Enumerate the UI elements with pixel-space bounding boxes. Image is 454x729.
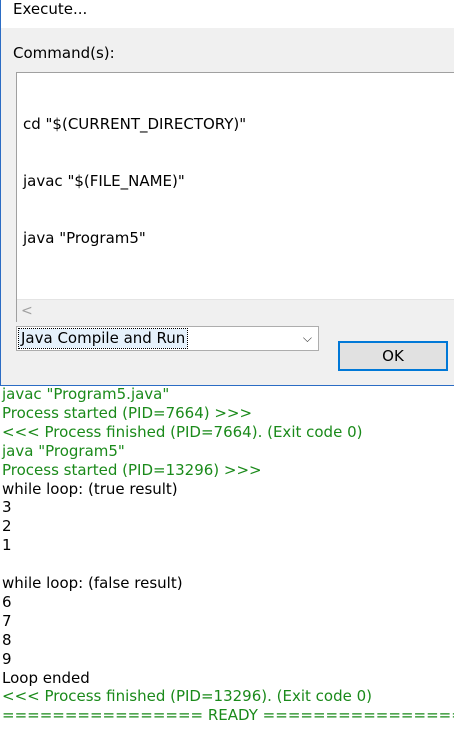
output-line: 6	[2, 592, 12, 611]
commands-label: Command(s):	[13, 44, 115, 62]
commands-textarea[interactable]: cd "$(CURRENT_DIRECTORY)" javac "$(FILE_…	[16, 72, 454, 322]
output-line: Loop ended	[2, 668, 90, 687]
preset-selected-value: Java Compile and Run	[17, 328, 189, 349]
output-line: java "Program5"	[2, 441, 125, 460]
command-line: cd "$(CURRENT_DIRECTORY)"	[23, 115, 247, 133]
output-line: while loop: (false result)	[2, 574, 183, 593]
output-line: <<< Process finished (PID=7664). (Exit c…	[2, 422, 363, 441]
preset-dropdown[interactable]: Java Compile and Run ⌵	[16, 326, 319, 351]
scroll-left-arrow-icon[interactable]: <	[21, 301, 33, 321]
dialog-titlebar[interactable]: Execute...	[1, 0, 454, 28]
output-line: ================ READY ================	[2, 706, 454, 725]
output-line: Process started (PID=7664) >>>	[2, 403, 253, 422]
command-line: javac "$(FILE_NAME)"	[23, 172, 185, 190]
output-line: 1	[2, 536, 12, 555]
output-line: 3	[2, 498, 12, 517]
output-console: javac "Program5.java" Process started (PI…	[2, 385, 454, 725]
dialog-title: Execute...	[13, 0, 88, 18]
output-line: 8	[2, 630, 12, 649]
output-line: Process started (PID=13296) >>>	[2, 460, 262, 479]
chevron-down-icon[interactable]: ⌵	[303, 329, 312, 348]
command-line: java "Program5"	[23, 229, 146, 247]
output-line: 2	[2, 517, 12, 536]
output-line: javac "Program5.java"	[2, 385, 170, 403]
output-line: 9	[2, 649, 12, 668]
app-window: Execute... Command(s): cd "$(CURRENT_DIR…	[0, 0, 454, 729]
execute-dialog: Execute... Command(s): cd "$(CURRENT_DIR…	[0, 0, 454, 386]
output-line: <<< Process finished (PID=13296). (Exit …	[2, 687, 373, 706]
output-line: 7	[2, 611, 12, 630]
horizontal-scrollbar[interactable]: <	[17, 299, 454, 322]
commands-text: cd "$(CURRENT_DIRECTORY)" javac "$(FILE_…	[23, 77, 246, 286]
ok-button[interactable]: OK	[338, 341, 448, 371]
output-line: while loop: (true result)	[2, 479, 178, 498]
